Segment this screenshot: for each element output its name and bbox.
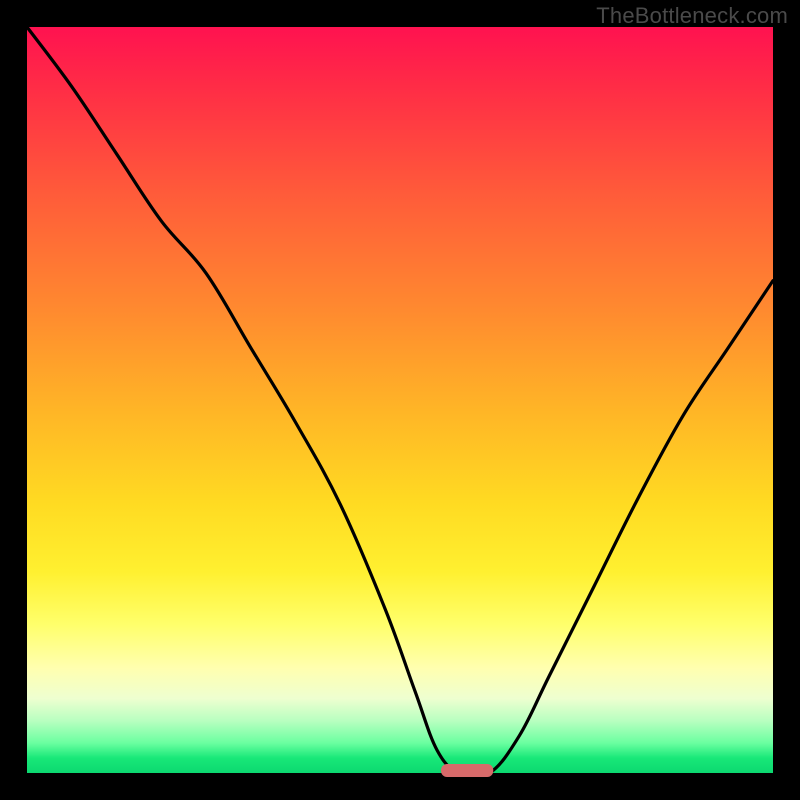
watermark-text: TheBottleneck.com — [596, 3, 788, 29]
bottleneck-curve — [27, 27, 773, 777]
minimum-marker — [441, 764, 493, 777]
outer-frame: TheBottleneck.com — [0, 0, 800, 800]
chart-svg — [27, 27, 773, 773]
